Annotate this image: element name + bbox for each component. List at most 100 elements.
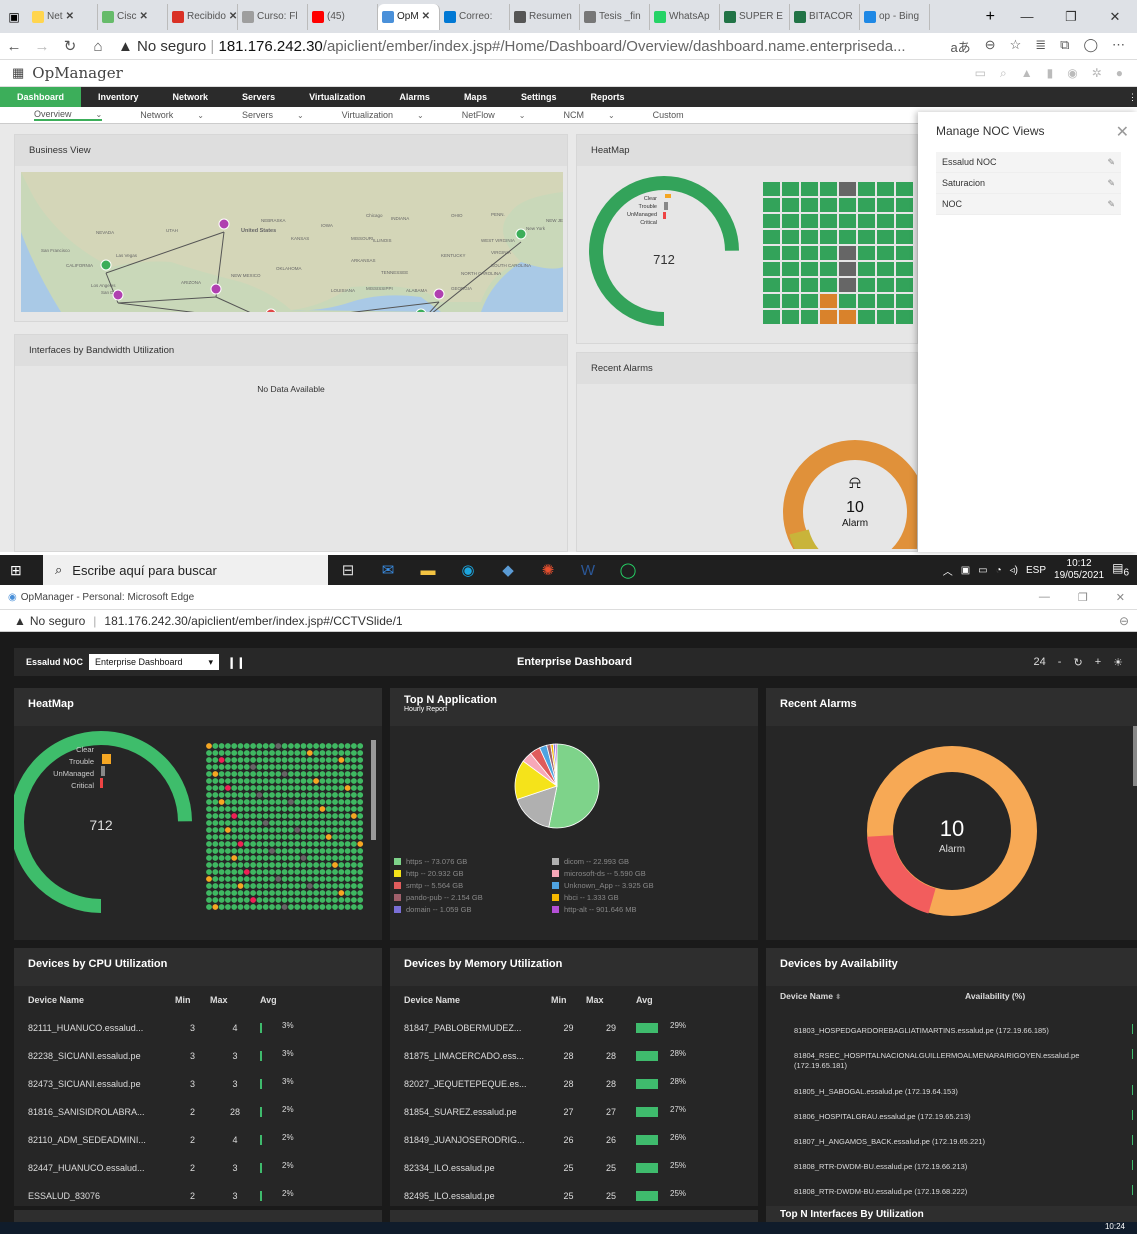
heatmap-cell[interactable] <box>206 827 212 833</box>
heatmap-cell[interactable] <box>206 785 212 791</box>
heatmap-cell[interactable] <box>269 841 275 847</box>
heatmap-cell[interactable] <box>288 799 294 805</box>
heatmap-cell[interactable] <box>206 834 212 840</box>
heatmap-cell[interactable] <box>225 820 231 826</box>
heatmap-cell[interactable] <box>351 848 357 854</box>
heatmap-cell[interactable] <box>231 827 238 833</box>
heatmap-cell[interactable] <box>357 897 364 903</box>
heatmap-cell[interactable] <box>256 890 263 896</box>
heatmap-cell[interactable] <box>338 813 345 819</box>
heatmap-cell[interactable] <box>357 764 364 770</box>
heatmap-cell[interactable] <box>801 246 818 260</box>
zoom-icon[interactable]: ⊖ <box>985 37 996 56</box>
heatmap-cell[interactable] <box>351 785 357 791</box>
browser-tab[interactable]: Correo: <box>440 3 510 30</box>
heatmap-cell[interactable] <box>338 855 345 861</box>
user-icon[interactable]: ● <box>1116 66 1123 81</box>
heatmap-cell[interactable] <box>877 262 894 276</box>
heatmap-cell[interactable] <box>325 827 332 833</box>
search-icon[interactable]: ⌕ <box>1000 66 1007 81</box>
col-header[interactable]: Device Name <box>404 995 551 1005</box>
heatmap-cell[interactable] <box>250 820 256 826</box>
heatmap-cell[interactable] <box>858 198 875 212</box>
heatmap-cell[interactable] <box>306 743 313 749</box>
scrollbar[interactable] <box>371 740 376 840</box>
heatmap-cell[interactable] <box>288 827 294 833</box>
heatmap-cell[interactable] <box>225 764 231 770</box>
heatmap-cell[interactable] <box>225 848 231 854</box>
file-explorer-icon[interactable]: ▬ <box>408 562 448 579</box>
device-name[interactable]: 81806_HOSPITALGRAU.essalud.pe (172.19.65… <box>794 1112 971 1121</box>
table-row[interactable]: 81807_H_ANGAMOS_BACK.essalud.pe (172.19.… <box>766 1129 1137 1154</box>
heatmap-cell[interactable] <box>212 813 219 819</box>
heatmap-cell[interactable] <box>262 750 269 756</box>
heatmap-cell[interactable] <box>281 862 288 868</box>
heatmap-cell[interactable] <box>262 841 269 847</box>
heatmap-cell[interactable] <box>237 771 244 777</box>
heatmap-cell[interactable] <box>262 743 269 749</box>
heatmap-cell[interactable] <box>218 855 225 861</box>
heatmap-cell[interactable] <box>281 869 288 875</box>
heatmap-cell[interactable] <box>306 876 313 882</box>
theme-icon[interactable]: ☀ <box>1113 656 1123 669</box>
device-name[interactable]: ESSALUD_83076 <box>28 1191 175 1201</box>
heatmap-cell[interactable] <box>357 820 364 826</box>
heatmap-cell[interactable] <box>820 278 837 292</box>
heatmap-cell[interactable] <box>250 827 256 833</box>
heatmap-cell[interactable] <box>212 757 219 763</box>
heatmap-cell[interactable] <box>288 764 294 770</box>
tab-close-icon[interactable]: ✕ <box>229 11 237 22</box>
heatmap-cell[interactable] <box>218 785 225 791</box>
heatmap-cell[interactable] <box>820 198 837 212</box>
table-row[interactable]: 81803_HOSPEDGARDOREBAGLIATIMARTINS.essal… <box>766 1018 1137 1043</box>
heatmap-cell[interactable] <box>231 813 238 819</box>
heatmap-cell[interactable] <box>256 834 263 840</box>
table-row[interactable]: 81854_SUAREZ.essalud.pe 27 27 27% <box>390 1098 758 1126</box>
nav-maps[interactable]: Maps <box>447 87 504 107</box>
language-indicator[interactable]: ESP <box>1026 565 1046 576</box>
nav-servers[interactable]: Servers <box>225 87 292 107</box>
heatmap-cell[interactable] <box>225 743 231 749</box>
heatmap-cell[interactable] <box>319 862 326 868</box>
heatmap-cell[interactable] <box>344 876 351 882</box>
heatmap-cell[interactable] <box>212 855 219 861</box>
table-row[interactable]: 81806_HOSPITALGRAU.essalud.pe (172.19.65… <box>766 1104 1137 1129</box>
heatmap-cell[interactable] <box>243 876 250 882</box>
heatmap-cell[interactable] <box>288 806 294 812</box>
heatmap-cell[interactable] <box>357 827 364 833</box>
heatmap-cell[interactable] <box>269 750 275 756</box>
heatmap-cell[interactable] <box>212 792 219 798</box>
heatmap-cell[interactable] <box>313 785 319 791</box>
heatmap-cell[interactable] <box>344 869 351 875</box>
heatmap-cell[interactable] <box>275 897 282 903</box>
heatmap-cell[interactable] <box>275 827 282 833</box>
heatmap-cell[interactable] <box>281 785 288 791</box>
heatmap-cell[interactable] <box>801 214 818 228</box>
heatmap-cell[interactable] <box>250 897 256 903</box>
heatmap-cell[interactable] <box>231 785 238 791</box>
table-row[interactable]: 82334_ILO.essalud.pe 25 25 25% <box>390 1154 758 1182</box>
heatmap-cell[interactable] <box>243 897 250 903</box>
heatmap-cell[interactable] <box>313 834 319 840</box>
heatmap-cell[interactable] <box>306 834 313 840</box>
heatmap-cell[interactable] <box>212 806 219 812</box>
heatmap-cell[interactable] <box>231 757 238 763</box>
heatmap-cell[interactable] <box>351 771 357 777</box>
heatmap-cell[interactable] <box>212 750 219 756</box>
browser-tab[interactable]: WhatsAp <box>650 3 720 30</box>
heatmap-cell[interactable] <box>237 778 244 784</box>
heatmap-cell[interactable] <box>256 883 263 889</box>
heatmap-cell[interactable] <box>820 294 837 308</box>
heatmap-cell[interactable] <box>206 883 212 889</box>
heatmap-cell[interactable] <box>332 904 338 910</box>
heatmap-cell[interactable] <box>218 841 225 847</box>
map-node[interactable] <box>433 288 445 300</box>
heatmap-cell[interactable] <box>877 310 894 324</box>
heatmap-cell[interactable] <box>306 862 313 868</box>
heatmap-cell[interactable] <box>338 876 345 882</box>
heatmap-cell[interactable] <box>237 820 244 826</box>
subnav-ncm[interactable]: NCM ⌄ <box>563 110 614 120</box>
heatmap-cell[interactable] <box>237 813 244 819</box>
heatmap-cell[interactable] <box>325 778 332 784</box>
heatmap-cell[interactable] <box>250 841 256 847</box>
